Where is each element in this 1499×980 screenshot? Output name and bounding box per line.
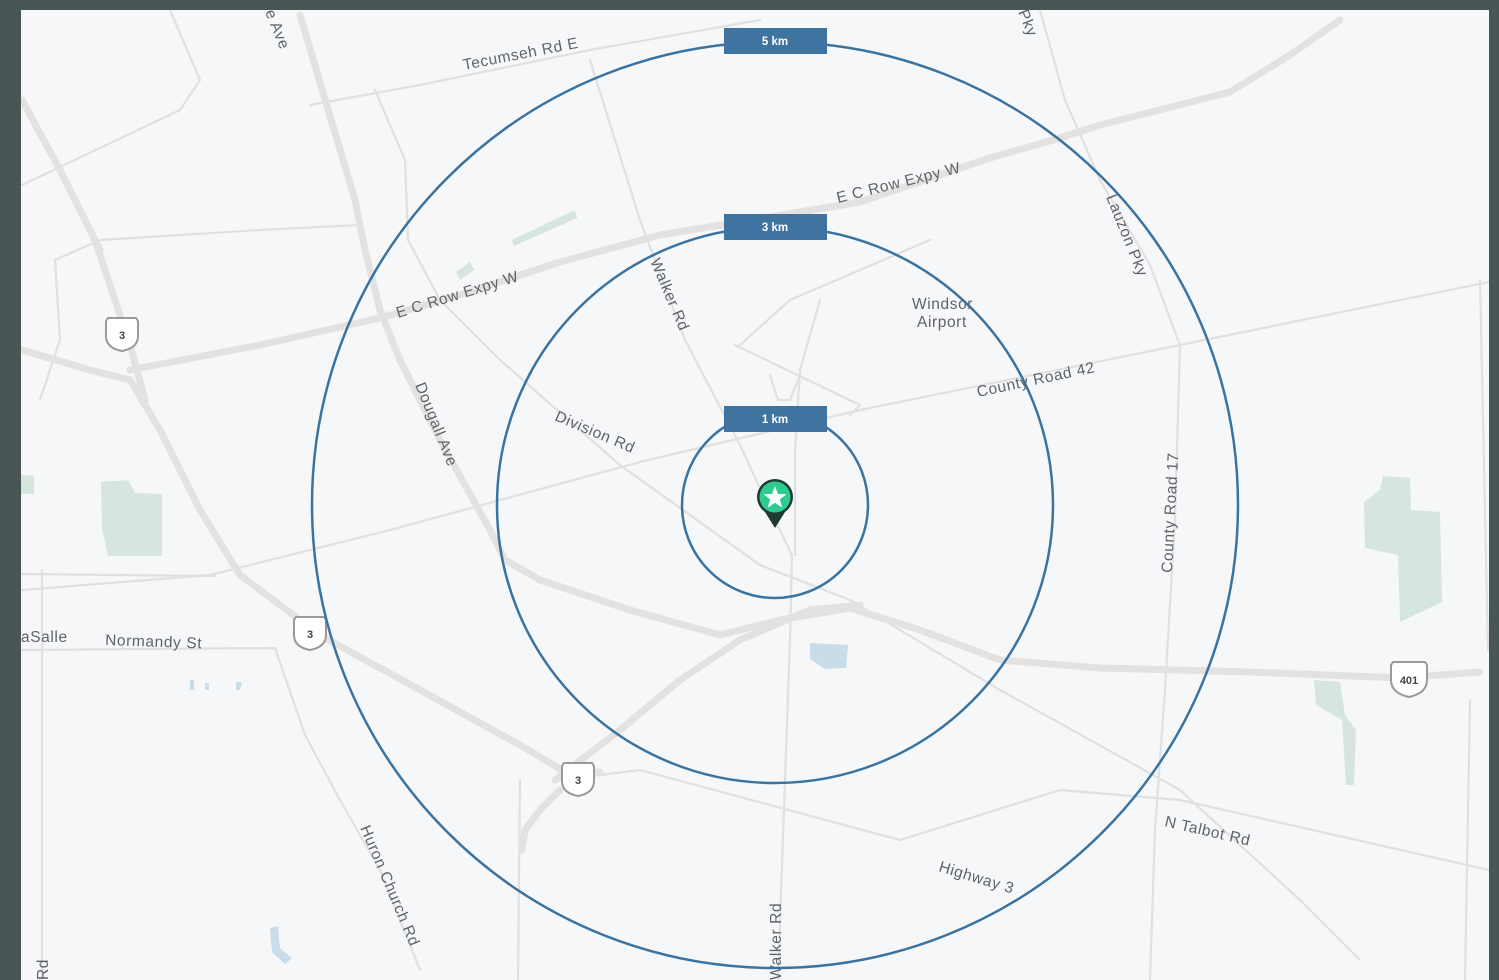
label-lasalle: aSalle	[21, 629, 68, 646]
svg-text:3 km: 3 km	[762, 222, 788, 234]
major-roads	[21, 11, 1484, 854]
svg-text:1 km: 1 km	[762, 414, 788, 426]
minor-roads	[21, 10, 1489, 980]
label-normandy-st: Normandy St	[105, 632, 203, 652]
map-view[interactable]: Tecumseh Rd E E C Row Expy W E C Row Exp…	[21, 10, 1489, 980]
label-tecumseh-rd: Tecumseh Rd E	[462, 35, 580, 74]
label-ec-row-lower: E C Row Expy W	[394, 268, 521, 321]
label-dougall-ave: Dougall Ave	[411, 380, 460, 469]
svg-text:3: 3	[575, 775, 581, 787]
highway-3-shield-icon: 3	[561, 762, 595, 798]
highway-3-shield-icon: 3	[105, 317, 139, 353]
highway-401-shield-icon: 401	[1390, 661, 1428, 699]
label-windsor-airport-line2: Airport	[917, 314, 967, 331]
label-county-road-17: County Road 17	[1159, 452, 1182, 573]
highway-3-shield-icon: 3	[293, 616, 327, 652]
radius-tag-3km: 3 km	[724, 214, 827, 240]
label-walker-rd-upper: Walker Rd	[646, 256, 692, 334]
label-windsor-airport-line1: Windsor	[912, 296, 973, 313]
label-county-road-42: County Road 42	[975, 359, 1096, 401]
label-rd-left: Rd	[35, 959, 52, 980]
svg-text:401: 401	[1400, 675, 1418, 687]
radius-tag-5km: 5 km	[724, 28, 827, 54]
label-ave-top: e Ave	[261, 10, 292, 52]
label-division-rd: Division Rd	[552, 408, 637, 457]
label-huron-church-rd: Huron Church Rd	[356, 823, 422, 949]
svg-text:3: 3	[119, 330, 125, 342]
star-pin-icon[interactable]	[757, 479, 793, 528]
svg-text:5 km: 5 km	[762, 36, 788, 48]
road-labels: Tecumseh Rd E E C Row Expy W E C Row Exp…	[21, 10, 1252, 980]
svg-text:3: 3	[307, 629, 313, 641]
label-ec-row-upper: E C Row Expy W	[835, 160, 963, 207]
label-n-talbot-rd: N Talbot Rd	[1163, 813, 1252, 849]
park-areas	[21, 210, 1442, 785]
label-lauzon-pky-top: Pky	[1014, 10, 1040, 39]
radius-tag-1km: 1 km	[724, 406, 827, 432]
label-highway-3: Highway 3	[937, 859, 1016, 898]
highway-shields: 3 3 3 401	[105, 317, 1428, 798]
